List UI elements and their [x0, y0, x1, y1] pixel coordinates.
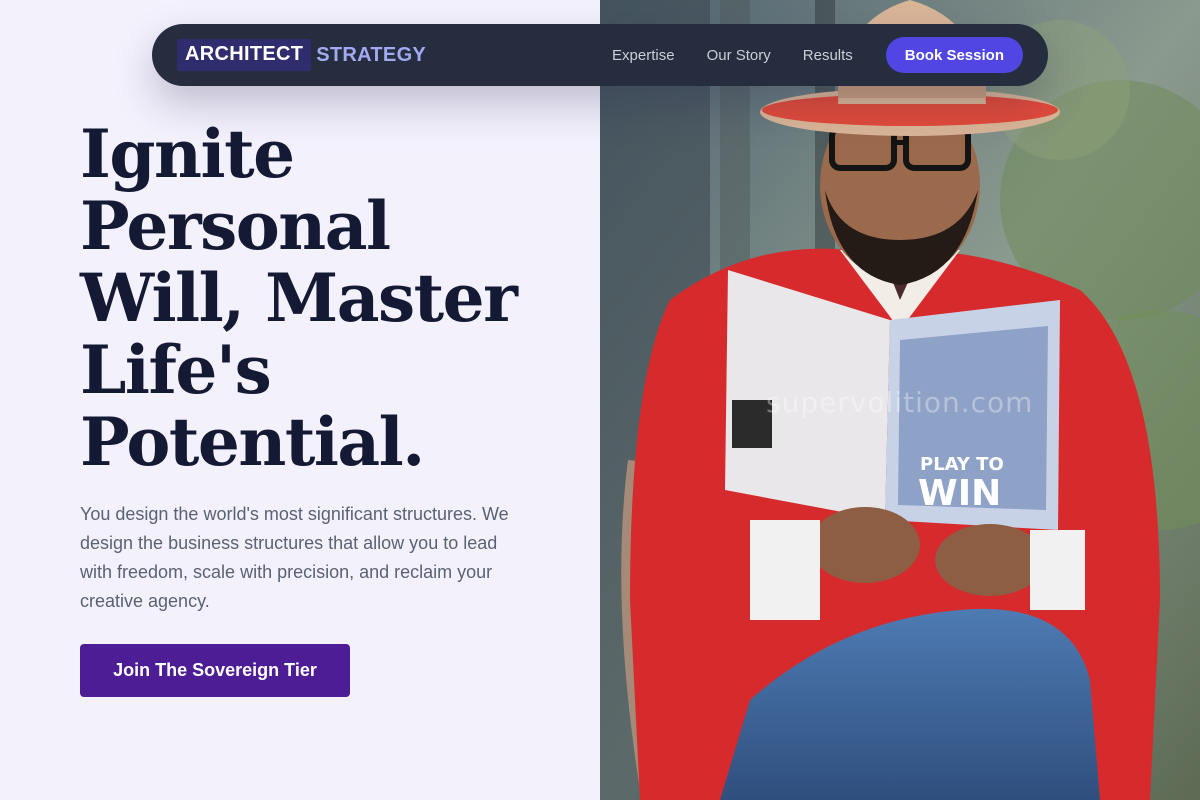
book-title-1: PLAY TO — [920, 454, 1004, 475]
nav-link-our-story[interactable]: Our Story — [707, 47, 771, 64]
book-title-2: WIN — [918, 473, 1001, 514]
book-session-button[interactable]: Book Session — [885, 37, 1023, 73]
hero-headline: Ignite Personal Will, Master Life's Pote… — [80, 115, 518, 481]
top-navigation: ARCHITECT STRATEGY Expertise Our Story R… — [152, 24, 1048, 86]
nav-links: Expertise Our Story Results Book Session — [612, 37, 1023, 73]
hero-subcopy: You design the world's most significant … — [80, 504, 509, 611]
nav-link-expertise[interactable]: Expertise — [612, 47, 675, 64]
join-sovereign-tier-button[interactable]: Join The Sovereign Tier — [80, 644, 350, 697]
watermark: supervolition.com — [766, 386, 1034, 419]
nav-link-results[interactable]: Results — [803, 47, 853, 64]
logo-main-text: ARCHITECT — [177, 39, 312, 71]
logo-accent-text: STRATEGY — [316, 43, 427, 66]
site-logo[interactable]: ARCHITECT STRATEGY — [177, 39, 426, 71]
hero-photo: PLAY TO WIN supervolition.com — [600, 0, 1200, 800]
